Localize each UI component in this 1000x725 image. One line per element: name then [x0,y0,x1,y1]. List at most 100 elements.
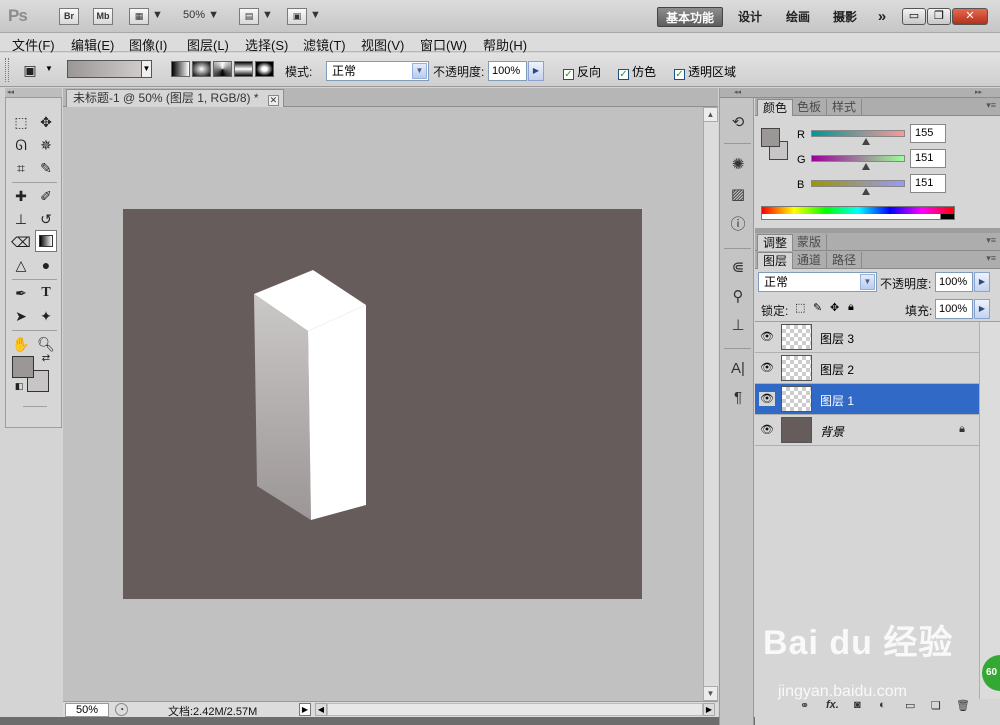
brush-presets-panel-icon[interactable]: ⋐ [728,258,748,278]
view-extras-icon[interactable]: ▦ [129,8,149,25]
lock-transparent-icon[interactable]: ⬚ [795,301,805,314]
healing-brush-icon[interactable]: ✚ [10,185,32,207]
brushes-panel-icon[interactable]: ⚲ [728,287,748,307]
type-tool-icon[interactable]: T [35,282,57,304]
crop-tool-icon[interactable]: ⌗ [10,157,32,179]
opacity-input[interactable]: 100% [488,61,527,81]
layer-row-1[interactable]: 👁︎ 图层 1 [755,384,979,415]
eraser-tool-icon[interactable]: ⌫ [10,231,32,253]
bridge-button[interactable]: Br [59,8,79,25]
dock-collapse-arrows-icon[interactable]: ◂◂ [720,88,755,98]
paragraph-panel-icon[interactable]: ¶ [728,388,748,408]
eyedropper-tool-icon[interactable]: ✎ [35,157,57,179]
menu-edit[interactable]: 编辑(E) [71,35,114,54]
tab-adjustments[interactable]: 调整 [757,234,794,251]
dither-checkbox[interactable]: ✓ 仿色 [618,63,656,80]
panel-menu-icon[interactable]: ▾≡ [986,235,996,246]
history-panel-icon[interactable]: ⟲ [728,113,748,133]
custom-shape-icon[interactable]: ✦ [35,305,57,327]
more-workspaces-button[interactable]: » [872,7,892,27]
swap-colors-icon[interactable]: ⇄ [35,352,57,366]
menu-select[interactable]: 选择(S) [245,35,288,54]
delete-layer-icon[interactable]: 🗑︎ [956,699,970,712]
workspace-essentials[interactable]: 基本功能 [657,7,723,27]
gradient-picker-dropdown-icon[interactable]: ▼ [142,60,152,78]
new-layer-icon[interactable]: ❏ [931,699,941,712]
fill-input[interactable]: 100% [935,299,973,319]
radial-gradient-icon[interactable] [192,61,211,77]
lasso-tool-icon[interactable]: ᘏ [10,134,32,156]
horizontal-scrollbar[interactable] [327,703,703,716]
navigator-panel-icon[interactable]: ✺ [728,155,748,175]
marquee-tool-icon[interactable]: ⬚ [10,111,32,133]
color-spectrum-bar[interactable] [761,206,955,220]
red-value-input[interactable]: 155 [910,124,946,143]
layer-blend-mode-select[interactable]: 正常 ▼ [758,272,877,292]
layer-row-background[interactable]: 👁︎ 背景 🔒︎ [755,415,979,446]
scroll-right-icon[interactable]: ▶ [703,703,715,716]
layers-scrollbar[interactable] [979,322,1000,699]
menu-image[interactable]: 图像(I) [129,35,167,54]
green-value-input[interactable]: 151 [910,149,946,168]
tools-panel-header[interactable]: ◂◂ [5,88,62,98]
menu-filter[interactable]: 滤镜(T) [303,35,346,54]
blue-slider[interactable] [811,180,905,187]
document-tab[interactable]: 未标题-1 @ 50% (图层 1, RGB/8) * ✕ [66,89,284,107]
tool-preset-dropdown-icon[interactable]: ▼ [45,64,53,73]
layer-row-2[interactable]: 👁︎ 图层 2 [755,353,979,384]
green-slider[interactable] [811,155,905,162]
tab-channels[interactable]: 通道 [792,252,828,269]
tab-layers[interactable]: 图层 [757,252,794,269]
canvas[interactable] [123,209,642,599]
status-zoom-input[interactable]: 50% [65,703,109,717]
screen-mode-icon[interactable]: ▣ [287,8,307,25]
tab-swatches[interactable]: 色板 [792,99,828,116]
fill-arrow-icon[interactable]: ▶ [974,299,990,319]
tab-close-icon[interactable]: ✕ [267,95,279,106]
diamond-gradient-icon[interactable] [255,61,274,77]
lock-all-icon[interactable]: 🔒︎ [848,301,854,314]
lock-image-icon[interactable]: ✎ [813,301,822,314]
eye-icon[interactable]: 👁︎ [759,361,775,375]
magic-wand-icon[interactable]: ✵ [35,134,57,156]
layer-opacity-input[interactable]: 100% [935,272,973,292]
menu-view[interactable]: 视图(V) [361,35,404,54]
dock-expand-arrows-icon[interactable]: ▸▸ [755,88,1000,98]
minimize-icon[interactable]: ▭ [902,8,926,25]
scroll-up-icon[interactable]: ▲ [703,107,718,122]
green-slider-thumb[interactable] [862,163,870,170]
color-panel-foreground-swatch[interactable] [761,128,780,147]
status-menu-arrow-icon[interactable]: ▶ [299,703,311,716]
scroll-down-icon[interactable]: ▼ [703,686,718,701]
workspace-design[interactable]: 设计 [734,7,766,27]
tab-color[interactable]: 颜色 [757,99,794,116]
close-icon[interactable]: ✕ [952,8,988,25]
pen-tool-icon[interactable]: ✒ [10,282,32,304]
layer-opacity-arrow-icon[interactable]: ▶ [974,272,990,292]
options-bar-grip[interactable] [5,58,9,82]
red-slider[interactable] [811,130,905,137]
move-tool-icon[interactable]: ✥ [35,111,57,133]
opacity-slider-arrow-icon[interactable]: ▶ [528,61,544,81]
reverse-checkbox[interactable]: ✓ 反向 [563,63,601,80]
gradient-tool-icon[interactable] [35,230,57,252]
reflected-gradient-icon[interactable] [234,61,253,77]
panel-menu-icon[interactable]: ▾≡ [986,100,996,111]
workspace-painting[interactable]: 绘画 [782,7,814,27]
path-selection-icon[interactable]: ➤ [10,305,32,327]
status-info-icon[interactable]: ◔ [115,703,128,716]
angle-gradient-icon[interactable] [213,61,232,77]
foreground-color-swatch[interactable] [12,356,34,378]
clone-source-panel-icon[interactable]: ⊥ [728,316,748,336]
vertical-scrollbar[interactable]: ▲ ▼ [703,107,718,701]
mini-bridge-button[interactable]: Mb [93,8,113,25]
character-panel-icon[interactable]: A| [728,359,748,379]
gradient-preview[interactable] [67,60,142,78]
blur-tool-icon[interactable]: △ [10,254,32,276]
menu-window[interactable]: 窗口(W) [420,35,467,54]
blue-value-input[interactable]: 151 [910,174,946,193]
menu-layer[interactable]: 图层(L) [187,35,229,54]
mode-select[interactable]: 正常 ▼ [326,61,429,81]
histogram-panel-icon[interactable]: ▨ [728,185,748,205]
eye-icon[interactable]: 👁︎ [759,392,775,406]
